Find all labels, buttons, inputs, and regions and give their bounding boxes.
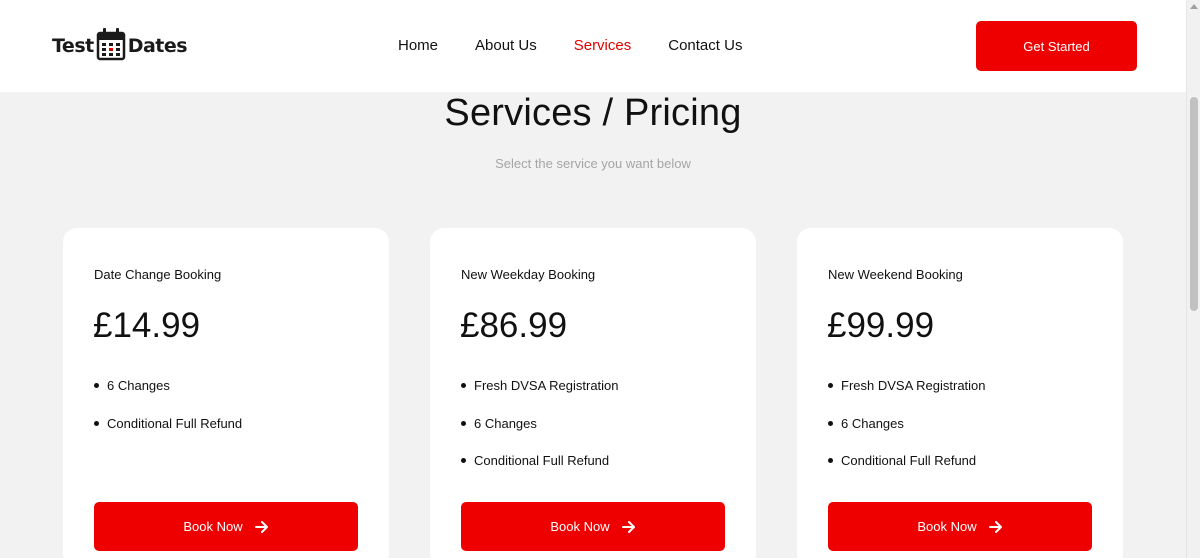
- feature-item: 6 Changes: [461, 416, 619, 454]
- calendar-icon: [96, 27, 126, 66]
- book-now-label: Book Now: [550, 519, 610, 534]
- card-title: New Weekend Booking: [828, 267, 963, 282]
- card-price: £86.99: [460, 306, 568, 345]
- site-logo[interactable]: Test Dates: [52, 27, 188, 66]
- feature-item: Fresh DVSA Registration: [461, 378, 619, 416]
- nav-item-about-us[interactable]: About Us: [475, 36, 537, 56]
- card-title: Date Change Booking: [94, 267, 222, 282]
- book-now-label: Book Now: [183, 519, 243, 534]
- nav-item-home[interactable]: Home: [398, 36, 438, 56]
- book-now-button[interactable]: Book Now: [94, 502, 358, 551]
- page-scrollbar[interactable]: [1186, 0, 1200, 558]
- scrollbar-thumb[interactable]: [1190, 97, 1198, 311]
- book-now-label: Book Now: [917, 519, 977, 534]
- card-price: £99.99: [827, 306, 935, 345]
- logo-text-right: Dates: [127, 35, 188, 57]
- book-now-button[interactable]: Book Now: [461, 502, 725, 551]
- get-started-button[interactable]: Get Started: [976, 21, 1137, 71]
- nav-item-contact-us[interactable]: Contact Us: [668, 36, 742, 56]
- feature-list: Fresh DVSA Registration 6 Changes Condit…: [828, 378, 986, 491]
- scroll-up-icon[interactable]: [1190, 4, 1198, 9]
- feature-item: Conditional Full Refund: [94, 416, 242, 454]
- feature-item: 6 Changes: [828, 416, 986, 454]
- nav-item-services[interactable]: Services: [574, 36, 632, 56]
- card-title: New Weekday Booking: [461, 267, 596, 282]
- card-price: £14.99: [93, 306, 201, 345]
- book-now-button[interactable]: Book Now: [828, 502, 1092, 551]
- feature-list: Fresh DVSA Registration 6 Changes Condit…: [461, 378, 619, 491]
- pricing-card-new-weekend: New Weekend Booking £99.99 Fresh DVSA Re…: [797, 228, 1123, 558]
- arrow-right-icon: [254, 520, 269, 533]
- feature-item: 6 Changes: [94, 378, 242, 416]
- pricing-card-date-change: Date Change Booking £14.99 6 Changes Con…: [63, 228, 389, 558]
- feature-list: 6 Changes Conditional Full Refund: [94, 378, 242, 453]
- feature-item: Conditional Full Refund: [828, 453, 986, 491]
- page-title: Services / Pricing: [444, 92, 742, 134]
- page-subtitle: Select the service you want below: [495, 156, 691, 171]
- main-nav: Home About Us Services Contact Us: [398, 36, 779, 56]
- feature-item: Conditional Full Refund: [461, 453, 619, 491]
- pricing-card-new-weekday: New Weekday Booking £86.99 Fresh DVSA Re…: [430, 228, 756, 558]
- arrow-right-icon: [988, 520, 1003, 533]
- logo-text-left: Test: [52, 35, 94, 57]
- feature-item: Fresh DVSA Registration: [828, 378, 986, 416]
- arrow-right-icon: [621, 520, 636, 533]
- site-header: Test Dates Home About Us Services Contac…: [0, 0, 1186, 92]
